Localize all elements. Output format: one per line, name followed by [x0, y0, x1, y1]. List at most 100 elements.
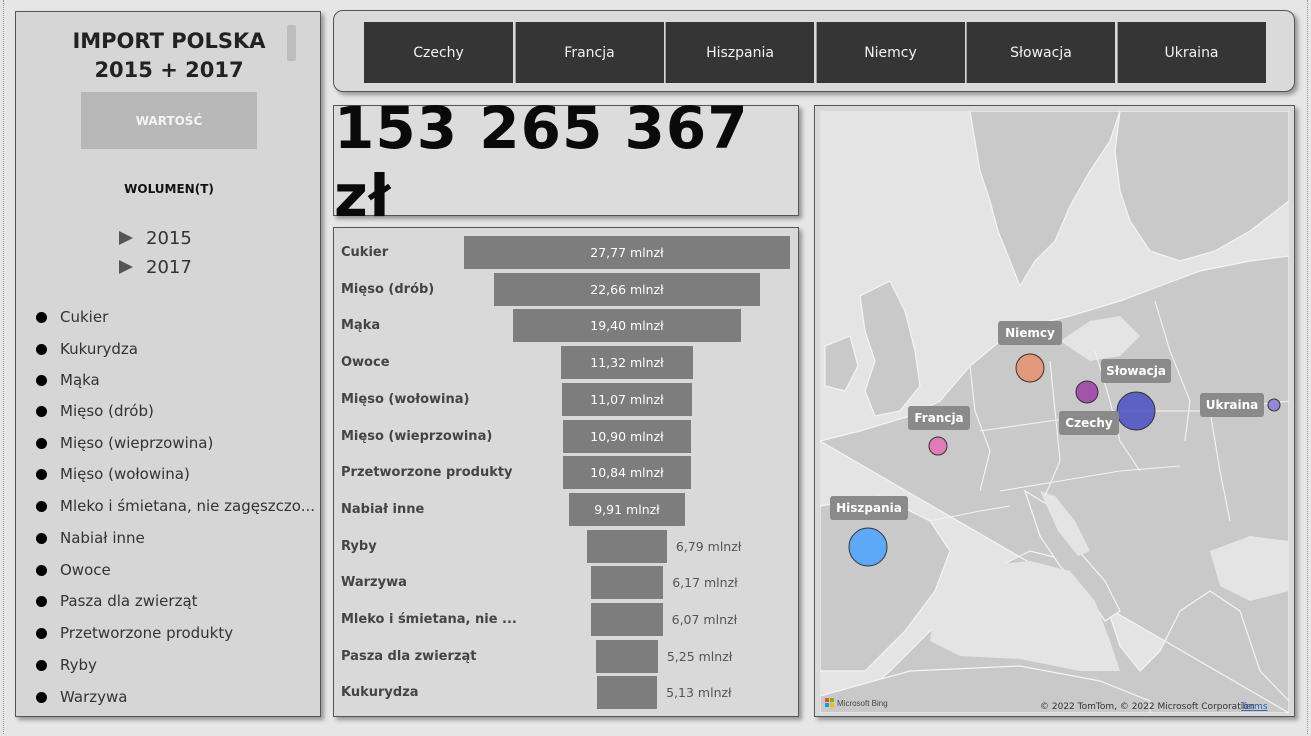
- funnel-category-label: Owoce: [341, 355, 390, 371]
- kpi-value: 153 265 367 zł: [334, 93, 749, 230]
- funnel-value-label: 19,40 mlnzł: [590, 318, 664, 334]
- funnel-category-label: Pasza dla zwierząt: [341, 648, 477, 664]
- bullet-icon: [36, 627, 47, 639]
- funnel-value-label: 11,32 mlnzł: [590, 355, 664, 371]
- funnel-category-label: Przetworzone produkty: [341, 465, 513, 481]
- category-label: Warzywa: [60, 688, 128, 706]
- funnel-value-label: 22,66 mlnzł: [590, 281, 664, 297]
- bing-logo-square: [825, 698, 829, 702]
- year-label: 2017: [146, 256, 192, 278]
- category-label: Mięso (wieprzowina): [60, 434, 214, 452]
- category-item[interactable]: Kukurydza: [36, 338, 138, 360]
- wartosc-button[interactable]: WARTOŚĆ: [81, 92, 257, 149]
- scrollbar-thumb[interactable]: [287, 25, 296, 61]
- tab-country[interactable]: Francja: [514, 22, 664, 83]
- category-item[interactable]: Mięso (drób): [36, 400, 154, 422]
- wolumen-button[interactable]: WOLUMEN(T): [81, 182, 257, 196]
- map-point-label: Słowacja: [1106, 364, 1166, 378]
- funnel-category-label: Mięso (wieprzowina): [341, 428, 493, 444]
- category-label: Kukurydza: [60, 340, 138, 358]
- map-point-label: Francja: [914, 411, 963, 425]
- funnel-value-label: 9,91 mlnzł: [594, 501, 660, 517]
- category-item[interactable]: Warzywa: [36, 686, 127, 708]
- filter-sidebar: IMPORT POLSKA 2015 + 2017 WARTOŚĆ WOLUME…: [15, 11, 321, 717]
- category-item[interactable]: Ryby: [36, 654, 97, 676]
- dashboard-title-line1: IMPORT POLSKA: [72, 29, 266, 53]
- bullet-icon: [36, 468, 47, 480]
- category-label: Mięso (drób): [60, 402, 154, 420]
- category-item[interactable]: Nabiał inne: [36, 527, 145, 549]
- funnel-value-label: 10,90 mlnzł: [590, 428, 664, 444]
- category-label: Ryby: [60, 656, 97, 674]
- bullet-icon: [36, 374, 47, 386]
- kpi-card: 153 265 367 zł: [333, 93, 799, 230]
- map-bubble-ukraina[interactable]: [1267, 398, 1281, 412]
- map-panel: Niemcy Słowacja Czechy Ukraina Francja Hiszpa…: [814, 105, 1295, 717]
- tab-country[interactable]: Ukraina: [1116, 22, 1266, 83]
- expand-triangle-icon[interactable]: [119, 260, 133, 274]
- funnel-category-label: Kukurydza: [341, 685, 419, 701]
- map-point-label: Czechy: [1065, 416, 1113, 430]
- bullet-icon: [36, 405, 47, 417]
- bing-logo-square: [830, 703, 834, 707]
- category-item[interactable]: Cukier: [36, 306, 108, 328]
- tab-country[interactable]: Hiszpania: [665, 22, 814, 83]
- bullet-icon: [36, 659, 47, 671]
- category-label: Mleko i śmietana, nie zagęszczo...: [60, 497, 316, 515]
- funnel-value-label: 6,79 mlnzł: [675, 538, 742, 554]
- tab-country[interactable]: Niemcy: [815, 22, 965, 83]
- funnel-bar[interactable]: [596, 639, 658, 673]
- funnel-category-label: Mięso (drób): [341, 281, 435, 297]
- country-tab-bar: Czechy Francja Hiszpania Niemcy Słowacja Ukra…: [333, 10, 1295, 92]
- map-canvas[interactable]: Niemcy Słowacja Czechy Ukraina Francja Hiszpa…: [820, 111, 1289, 713]
- dashboard-title-line2: 2015 + 2017: [94, 58, 244, 82]
- bullet-icon: [36, 691, 47, 703]
- funnel-category-label: Ryby: [341, 538, 377, 554]
- bing-logo-square: [825, 703, 829, 707]
- funnel-bar[interactable]: [587, 529, 667, 563]
- map-point-label: Hiszpania: [836, 501, 902, 515]
- category-item[interactable]: Owoce: [36, 559, 111, 581]
- map-bubble-francja[interactable]: [928, 436, 948, 456]
- category-label: Pasza dla zwierząt: [60, 592, 198, 610]
- category-label: Cukier: [60, 308, 109, 326]
- bullet-icon: [36, 500, 47, 512]
- category-label: Mięso (wołowina): [60, 465, 190, 483]
- funnel-category-label: Mleko i śmietana, nie ...: [341, 612, 517, 627]
- category-label: Owoce: [60, 561, 111, 579]
- tab-country[interactable]: Czechy: [364, 22, 513, 83]
- map-bubble-hiszpania[interactable]: [848, 527, 888, 567]
- map-bubble-czechy[interactable]: [1075, 380, 1099, 404]
- category-label: Przetworzone produkty: [60, 624, 234, 642]
- map-point-label: Ukraina: [1206, 398, 1259, 412]
- tab-country[interactable]: Słowacja: [966, 22, 1115, 83]
- funnel-value-label: 6,17 mlnzł: [672, 575, 738, 591]
- category-item[interactable]: Przetworzone produkty: [36, 622, 233, 644]
- bullet-icon: [36, 343, 47, 355]
- bullet-icon: [36, 595, 47, 607]
- year-item-2015[interactable]: 2015: [119, 226, 192, 250]
- category-item[interactable]: Mąka: [36, 369, 100, 391]
- category-item[interactable]: Mleko i śmietana, nie zagęszczo...: [36, 495, 315, 517]
- category-item[interactable]: Mięso (wołowina): [36, 463, 190, 485]
- bullet-icon: [36, 437, 47, 449]
- map-bubble-niemcy[interactable]: [1015, 353, 1045, 383]
- funnel-value-label: 11,07 mlnzł: [590, 391, 664, 407]
- funnel-category-label: Mięso (wołowina): [341, 391, 470, 407]
- category-item[interactable]: Pasza dla zwierząt: [36, 590, 198, 612]
- bullet-icon: [36, 532, 47, 544]
- map-terms-link[interactable]: Terms: [1240, 702, 1268, 712]
- funnel-category-label: Nabiał inne: [341, 501, 425, 517]
- funnel-bar[interactable]: [596, 676, 658, 710]
- bing-brand-text: Microsoft Bing: [837, 699, 888, 708]
- year-item-2017[interactable]: 2017: [119, 255, 192, 279]
- funnel-value-label: 5,13 mlnzł: [666, 685, 732, 701]
- expand-triangle-icon[interactable]: [119, 231, 133, 245]
- funnel-bar[interactable]: [591, 603, 663, 636]
- funnel-chart: Cukier 27,77 mlnzł Mięso (drób) 22,66 mlnzł…: [333, 227, 799, 717]
- category-item[interactable]: Mięso (wieprzowina): [36, 432, 213, 454]
- map-bubble-słowacja[interactable]: [1116, 391, 1156, 431]
- bullet-icon: [36, 311, 47, 323]
- funnel-category-label: Warzywa: [341, 575, 407, 591]
- funnel-bar[interactable]: [590, 566, 664, 600]
